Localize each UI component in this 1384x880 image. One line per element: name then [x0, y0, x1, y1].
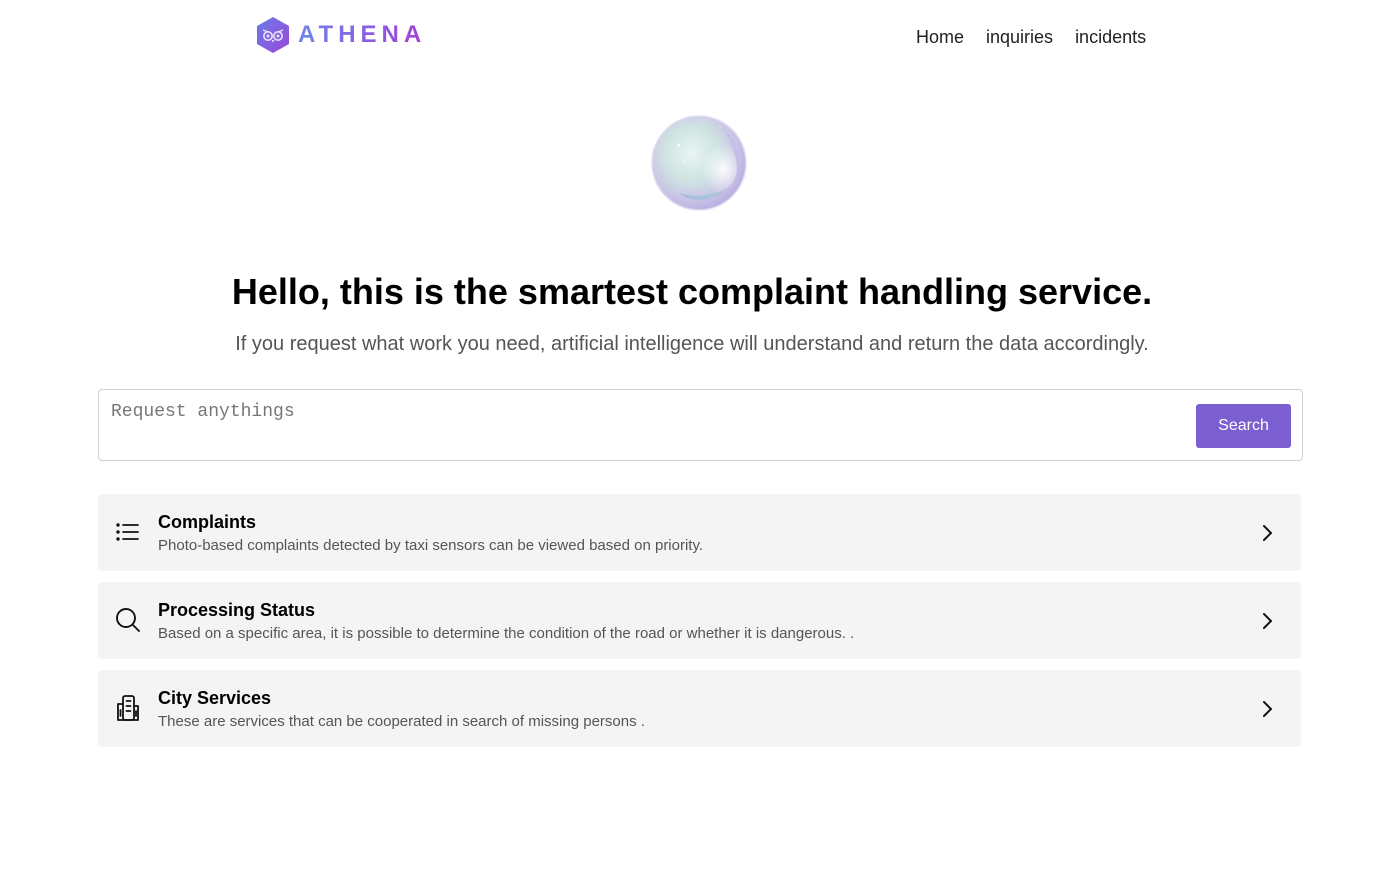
card-description: Based on a specific area, it is possible…	[158, 625, 855, 642]
card-title: Processing Status	[158, 600, 316, 620]
nav-home[interactable]: Home	[916, 26, 964, 48]
chevron-right-icon	[1255, 609, 1279, 633]
card-complaints[interactable]: Complaints Photo-based complaints detect…	[98, 494, 1301, 571]
search-icon	[114, 606, 142, 634]
page-subtitle: If you request what work you need, artif…	[235, 333, 1149, 355]
iridescent-orb-icon	[651, 115, 747, 211]
ai-orb	[651, 115, 747, 211]
list-icon	[114, 518, 142, 546]
card-city-services[interactable]: City Services These are services that ca…	[98, 670, 1301, 747]
top-header: ATHENA Home inquiries incidents	[0, 0, 1384, 72]
nav-incidents[interactable]: incidents	[1075, 26, 1146, 48]
card-title: Complaints	[158, 512, 257, 532]
card-processing-status[interactable]: Processing Status Based on a specific ar…	[98, 582, 1301, 659]
card-description: Photo-based complaints detected by taxi …	[158, 537, 704, 554]
chevron-right-icon	[1255, 521, 1279, 545]
request-input[interactable]	[111, 402, 1181, 448]
owl-hexagon-icon	[257, 17, 289, 53]
card-title: City Services	[158, 688, 272, 708]
chevron-right-icon	[1255, 697, 1279, 721]
search-button[interactable]: Search	[1196, 404, 1291, 448]
building-icon	[114, 694, 142, 722]
brand-logo[interactable]: ATHENA	[256, 16, 426, 54]
card-description: These are services that can be cooperate…	[158, 713, 645, 730]
brand-name: ATHENA	[298, 16, 426, 54]
service-card-list: Complaints Photo-based complaints detect…	[98, 494, 1301, 758]
nav-inquiries[interactable]: inquiries	[986, 26, 1053, 48]
request-search-box: Search	[98, 389, 1303, 461]
main-nav: Home inquiries incidents	[916, 26, 1146, 48]
page-title: Hello, this is the smartest complaint ha…	[231, 271, 1153, 312]
